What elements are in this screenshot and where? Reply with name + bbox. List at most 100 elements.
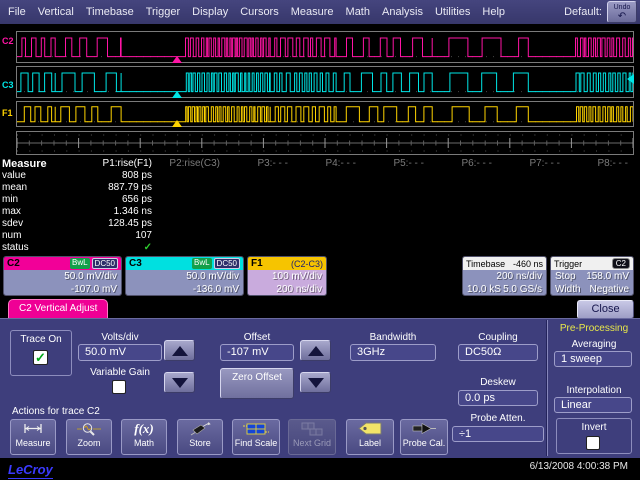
zero-offset-button[interactable]: Zero Offset [220, 368, 294, 399]
offset-field[interactable]: -107 mV [220, 344, 294, 361]
f1-waveform [17, 102, 633, 126]
tab-c2-vertical-adjust[interactable]: C2 Vertical Adjust [8, 299, 108, 318]
probe-atten-field[interactable]: ÷1 [452, 426, 544, 442]
deskew-field[interactable]: 0.0 ps [458, 390, 538, 406]
trigger-type: Width [555, 283, 581, 296]
probe-atten-label: Probe Atten. [450, 413, 546, 424]
timebase-title: Timebase [466, 259, 505, 269]
undo-button[interactable]: Undo ↶ [607, 1, 637, 23]
measure-param-header-p4[interactable]: P4:- - - [294, 158, 362, 170]
menu-item-vertical[interactable]: Vertical [38, 6, 74, 18]
menu-item-timebase[interactable]: Timebase [86, 6, 134, 18]
measure-status-p2 [158, 242, 226, 254]
menu-item-analysis[interactable]: Analysis [382, 6, 423, 18]
measure-param-header-p6[interactable]: P6:- - - [430, 158, 498, 170]
measure-num-p2 [158, 230, 226, 242]
measure-min-p5 [362, 194, 430, 206]
menu-item-cursors[interactable]: Cursors [240, 6, 279, 18]
volts-div-field[interactable]: 50.0 mV [78, 344, 162, 361]
c2-waveform [17, 32, 633, 62]
action-zoom-button[interactable]: Zoom [66, 419, 112, 455]
measure-param-header-p8[interactable]: P8:- - - [566, 158, 634, 170]
volts-div-decrease-button[interactable] [164, 372, 195, 393]
close-button[interactable]: Close [577, 300, 634, 319]
menu-item-measure[interactable]: Measure [291, 6, 334, 18]
trigger-box[interactable]: Trigger C2 Stop 158.0 mV Width Negative [550, 256, 634, 296]
measure-icon [11, 420, 55, 437]
measure-mean-p7 [498, 182, 566, 194]
c2-waveform-grid[interactable] [16, 31, 634, 63]
measure-row-label-status: status [2, 242, 90, 254]
store-icon [178, 420, 222, 437]
menu-item-file[interactable]: File [8, 6, 26, 18]
coupling-field[interactable]: DC50Ω [458, 344, 538, 361]
measure-value-p7 [498, 170, 566, 182]
bandwidth-limit-badge: BwL [192, 258, 212, 269]
interpolation-field[interactable]: Linear [554, 397, 632, 413]
c3-trigger-marker-icon[interactable] [172, 91, 182, 98]
menu-item-help[interactable]: Help [482, 6, 505, 18]
menu-item-utilities[interactable]: Utilities [435, 6, 470, 18]
bandwidth-field[interactable]: 3GHz [350, 344, 436, 361]
trace-on-checkbox[interactable]: ✓ [33, 350, 48, 365]
action-next-grid-label: Next Grid [289, 437, 335, 449]
measure-status-p3 [226, 242, 294, 254]
measure-param-header-p5[interactable]: P5:- - - [362, 158, 430, 170]
menu-item-math[interactable]: Math [346, 6, 370, 18]
measure-param-header-p3[interactable]: P3:- - - [226, 158, 294, 170]
action-measure-button[interactable]: Measure [10, 419, 56, 455]
c3-level-marker-icon[interactable] [627, 74, 634, 84]
f1-waveform-grid[interactable] [16, 101, 634, 127]
measure-sdev-p5 [362, 218, 430, 230]
c3-waveform-grid[interactable] [16, 66, 634, 98]
measure-value-p4 [294, 170, 362, 182]
action-find-scale-button[interactable]: Find Scale [232, 419, 280, 455]
c2-offset: -107.0 mV [8, 283, 117, 296]
measure-param-header-p1[interactable]: P1:rise(F1) [90, 158, 158, 170]
menu-item-trigger[interactable]: Trigger [146, 6, 180, 18]
measure-sdev-p7 [498, 218, 566, 230]
measure-sdev-p8 [566, 218, 634, 230]
f1-trigger-marker-icon[interactable] [172, 120, 182, 127]
action-probe-cal-button[interactable]: Probe Cal. [400, 419, 448, 455]
measure-min-p8 [566, 194, 634, 206]
measure-num-p8 [566, 230, 634, 242]
f1-time-per-div: 200 ns/div [252, 283, 322, 296]
action-label-button[interactable]: Label [346, 419, 394, 455]
c2-trigger-marker-icon[interactable] [172, 56, 182, 63]
c3-volts-per-div: 50.0 mV/div [130, 270, 239, 283]
trigger-title: Trigger [554, 259, 582, 269]
offset-increase-button[interactable] [300, 340, 331, 361]
actions-for-trace-label: Actions for trace C2 [12, 406, 152, 417]
measure-param-header-p7[interactable]: P7:- - - [498, 158, 566, 170]
measure-value-p1: 808 ps [90, 170, 158, 182]
action-store-button[interactable]: Store [177, 419, 223, 455]
averaging-field[interactable]: 1 sweep [554, 351, 632, 367]
c2-descriptor-box[interactable]: C2 BwL DC50 50.0 mV/div -107.0 mV [3, 256, 122, 296]
measure-status-p8 [566, 242, 634, 254]
offset-decrease-button[interactable] [300, 372, 331, 393]
f1-volts-per-div: 100 mV/div [252, 270, 322, 283]
measure-num-p7 [498, 230, 566, 242]
timebase-rate: 5.0 GS/s [503, 283, 542, 296]
bandwidth-limit-badge: BwL [70, 258, 90, 269]
invert-checkbox[interactable]: ✓ [586, 436, 600, 450]
menu-item-display[interactable]: Display [192, 6, 228, 18]
action-store-label: Store [178, 437, 222, 449]
offset-label: Offset [218, 332, 296, 343]
c3-descriptor-box[interactable]: C3 BwL DC50 50.0 mV/div -136.0 mV [125, 256, 244, 296]
averaging-label: Averaging [552, 339, 636, 350]
measure-max-p7 [498, 206, 566, 218]
down-arrow-icon [308, 378, 324, 388]
nextgrid-icon [289, 420, 335, 437]
default-setup-label: Default: [564, 6, 602, 18]
measure-param-header-p2[interactable]: P2:rise(C3) [158, 158, 226, 170]
bandwidth-label: Bandwidth [346, 332, 440, 343]
volts-div-increase-button[interactable] [164, 340, 195, 361]
measure-sdev-p3 [226, 218, 294, 230]
action-find-scale-label: Find Scale [233, 437, 279, 449]
variable-gain-checkbox[interactable]: ✓ [112, 380, 126, 394]
action-math-button[interactable]: f(x)Math [121, 419, 167, 455]
timebase-box[interactable]: Timebase -460 ns 200 ns/div 10.0 kS 5.0 … [462, 256, 547, 296]
f1-descriptor-box[interactable]: F1 (C2-C3) 100 mV/div 200 ns/div [247, 256, 327, 296]
